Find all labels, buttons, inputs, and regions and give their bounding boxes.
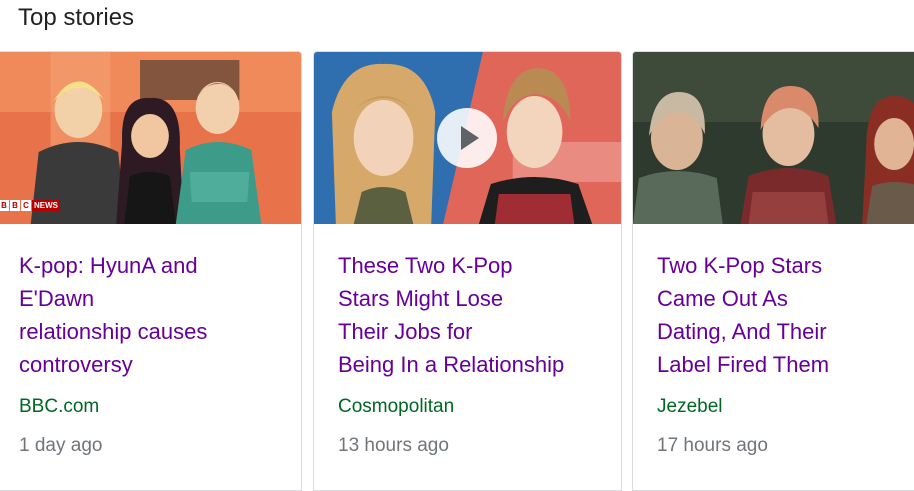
play-video-icon[interactable] (437, 108, 497, 168)
story-thumbnail[interactable] (633, 52, 914, 224)
story-headline[interactable]: K-pop: HyunA and E'Dawn relationship cau… (19, 249, 289, 381)
story-card-jezebel[interactable]: Two K-Pop Stars Came Out As Dating, And … (632, 51, 914, 491)
top-stories-heading: Top stories (18, 4, 135, 31)
story-card-bbc[interactable]: B B C NEWS K-pop: HyunA and E'Dawn relat… (0, 51, 302, 491)
story-headline[interactable]: These Two K-Pop Stars Might Lose Their J… (338, 249, 618, 381)
story-time: 17 hours ago (657, 435, 768, 456)
story-time: 1 day ago (19, 435, 103, 456)
story-thumbnail[interactable] (314, 52, 621, 224)
story-source: Cosmopolitan (338, 396, 455, 417)
story-source: BBC.com (19, 396, 100, 417)
story-source: Jezebel (657, 396, 723, 417)
story-card-cosmopolitan[interactable]: These Two K-Pop Stars Might Lose Their J… (313, 51, 622, 491)
bbc-news-logo: B B C NEWS (0, 199, 60, 211)
story-thumbnail[interactable]: B B C NEWS (0, 52, 301, 224)
story-time: 13 hours ago (338, 435, 449, 456)
story-headline[interactable]: Two K-Pop Stars Came Out As Dating, And … (657, 249, 914, 381)
